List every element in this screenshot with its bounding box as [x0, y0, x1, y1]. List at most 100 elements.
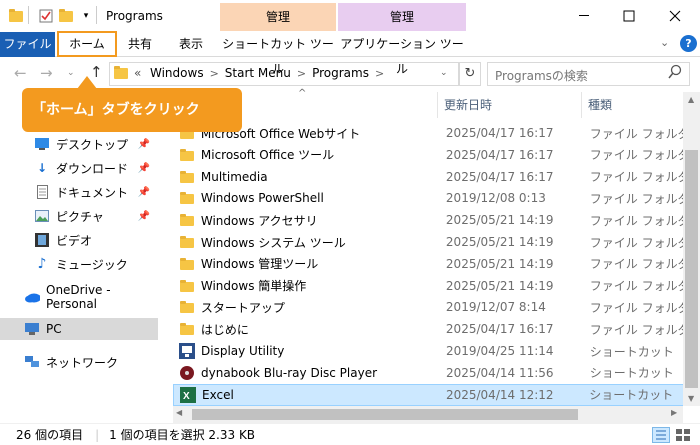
recent-locations-icon[interactable]: ⌄: [67, 68, 75, 78]
folder-icon: [179, 301, 195, 314]
nav-item-label: ネットワーク: [46, 355, 119, 370]
close-button[interactable]: [652, 0, 698, 32]
file-name: Windows 簡単操作: [200, 279, 307, 294]
tab-view[interactable]: 表示: [166, 32, 216, 57]
sort-indicator-icon: ^: [298, 88, 307, 99]
file-type: ファイル フォルダー: [589, 148, 685, 163]
search-placeholder: Programsの検索: [495, 69, 588, 83]
file-row[interactable]: Windows 管理ツール 2025/05/21 14:19 ファイル フォルダー: [173, 253, 685, 275]
file-type: ショートカット: [589, 344, 674, 359]
file-row[interactable]: Microsoft Office Webサイト 2025/04/17 16:17 フ…: [173, 122, 685, 144]
file-type: ファイル フォルダー: [589, 279, 685, 294]
desktop-icon: [34, 136, 50, 152]
details-view-icon[interactable]: [652, 427, 670, 443]
vertical-scroll-thumb[interactable]: [685, 150, 698, 388]
search-icon[interactable]: [668, 64, 682, 83]
file-type: ファイル フォルダー: [589, 126, 685, 141]
file-row[interactable]: Multimedia 2025/04/17 16:17 ファイル フォルダー: [173, 166, 685, 188]
file-row[interactable]: スタートアップ 2019/12/07 8:14 ファイル フォルダー: [173, 296, 685, 318]
svg-text:X: X: [183, 391, 190, 402]
file-row[interactable]: Windows PowerShell 2019/12/08 0:13 ファイル フォ…: [173, 187, 685, 209]
download-icon: ↓: [36, 161, 48, 175]
nav-item-pictures[interactable]: ピクチャ 📌: [0, 205, 158, 227]
folder-icon: [179, 192, 195, 205]
nav-item-downloads[interactable]: ↓ ダウンロード 📌: [0, 157, 158, 179]
file-type: ファイル フォルダー: [589, 191, 685, 206]
breadcrumb-start-menu[interactable]: Start Menu: [225, 66, 291, 80]
file-date: 2025/04/17 16:17: [445, 147, 554, 162]
file-type: ファイル フォルダー: [589, 170, 685, 185]
tab-share[interactable]: 共有: [118, 32, 162, 57]
horizontal-scroll-thumb[interactable]: [192, 409, 578, 420]
refresh-icon[interactable]: ↻: [459, 62, 481, 86]
scroll-up-icon[interactable]: ▲: [688, 95, 694, 104]
nav-item-videos[interactable]: ビデオ: [0, 229, 158, 251]
large-icons-view-icon[interactable]: [675, 428, 691, 445]
file-row[interactable]: Display Utility 2019/04/25 11:14 ショートカット: [173, 340, 685, 362]
documents-icon: [34, 184, 50, 200]
file-name: はじめに: [200, 322, 249, 337]
pin-icon: 📌: [137, 138, 150, 150]
nav-item-onedrive[interactable]: OneDrive - Personal: [0, 283, 158, 311]
video-icon: [34, 232, 50, 248]
home-tab-highlight: [57, 31, 117, 57]
help-icon[interactable]: ?: [680, 35, 697, 52]
folder-icon: [179, 257, 195, 270]
maximize-button[interactable]: [606, 0, 652, 32]
tab-application-tools[interactable]: アプリケーション ツール: [338, 32, 466, 76]
scroll-down-icon[interactable]: ▼: [688, 394, 694, 403]
file-name: Microsoft Office ツール: [200, 148, 335, 163]
file-row[interactable]: Microsoft Office ツール 2025/04/17 16:17 ファイル…: [173, 144, 685, 166]
column-header-date[interactable]: 更新日時: [437, 92, 577, 118]
nav-item-music[interactable]: ♪ ミュージック: [0, 253, 158, 275]
nav-item-desktop[interactable]: デスクトップ 📌: [0, 133, 158, 155]
customize-quick-access-icon[interactable]: ▾: [78, 8, 94, 24]
instruction-callout: 「ホーム」タブをクリック: [22, 76, 242, 132]
excel-icon: X: [180, 386, 196, 403]
file-row[interactable]: Windows アクセサリ 2025/05/21 14:19 ファイル フォルダー: [173, 209, 685, 231]
nav-item-label: デスクトップ: [56, 137, 129, 152]
forward-arrow-icon[interactable]: →: [40, 64, 53, 82]
address-overflow[interactable]: «: [134, 66, 141, 80]
nav-item-label: PC: [46, 322, 62, 336]
new-folder-icon[interactable]: [58, 8, 74, 24]
properties-icon[interactable]: [38, 8, 54, 24]
context-group-app-manage: 管理: [338, 3, 466, 31]
breadcrumb-windows[interactable]: Windows: [150, 66, 204, 80]
file-name: Windows アクセサリ: [200, 213, 318, 228]
nav-item-network[interactable]: ネットワーク: [0, 351, 158, 373]
folder-icon: [179, 214, 195, 227]
tab-file[interactable]: ファイル: [0, 32, 55, 57]
tab-shortcut-tools[interactable]: ショートカット ツール: [220, 32, 336, 76]
file-date: 2019/12/08 0:13: [445, 191, 546, 206]
nav-item-pc[interactable]: PC: [0, 318, 158, 340]
column-header-type[interactable]: 種類: [581, 92, 681, 118]
display-utility-icon: [179, 343, 195, 359]
folder-icon: [179, 236, 195, 248]
folder-icon: [179, 148, 195, 161]
breadcrumb-programs[interactable]: Programs: [312, 66, 369, 80]
file-name: Excel: [202, 387, 234, 402]
file-row[interactable]: Windows 簡単操作 2025/05/21 14:19 ファイル フォルダー: [173, 275, 685, 297]
scroll-right-icon[interactable]: ▶: [671, 408, 677, 417]
music-icon: ♪: [37, 256, 47, 272]
address-dropdown-icon[interactable]: ⌄: [440, 68, 448, 78]
file-date: 2019/12/07 8:14: [445, 300, 546, 315]
file-date: 2025/04/14 12:12: [445, 387, 554, 402]
back-arrow-icon[interactable]: ←: [14, 64, 27, 82]
nav-item-documents[interactable]: ドキュメント 📌: [0, 181, 158, 203]
chevron-down-icon[interactable]: ⌄: [660, 36, 669, 49]
file-date: 2025/05/21 14:19: [445, 256, 554, 271]
scroll-left-icon[interactable]: ◀: [176, 408, 182, 417]
file-row[interactable]: dynabook Blu-ray Disc Player 2025/04/14 1…: [173, 362, 685, 384]
file-row[interactable]: Windows システム ツール 2025/05/21 14:19 ファイル フォル…: [173, 231, 685, 253]
file-row[interactable]: はじめに 2025/04/17 16:17 ファイル フォルダー: [173, 318, 685, 340]
nav-item-label: ダウンロード: [56, 161, 129, 176]
status-divider: |: [95, 427, 100, 442]
nav-item-label: ドキュメント: [56, 185, 129, 200]
minimize-button[interactable]: [562, 0, 608, 32]
separator: [96, 6, 97, 24]
pictures-icon: [34, 208, 50, 224]
nav-item-label: ピクチャ: [56, 209, 104, 224]
file-row[interactable]: X Excel 2025/04/14 12:12 ショートカット: [173, 383, 685, 406]
